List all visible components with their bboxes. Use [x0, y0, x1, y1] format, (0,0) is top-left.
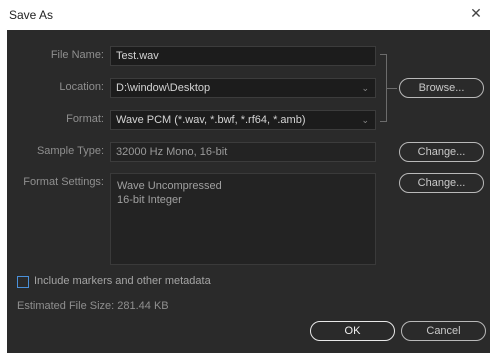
format-settings-box: Wave Uncompressed 16-bit Integer: [110, 173, 376, 265]
file-name-input[interactable]: Test.wav: [110, 46, 376, 66]
format-settings-line: 16-bit Integer: [117, 194, 182, 206]
format-settings-line: Wave Uncompressed: [117, 180, 222, 192]
include-markers-checkbox[interactable]: [17, 276, 29, 288]
ok-button[interactable]: OK: [310, 321, 395, 341]
format-dropdown[interactable]: Wave PCM (*.wav, *.bwf, *.rf64, *.amb) ⌄: [110, 110, 376, 130]
dialog-body: File Name: Test.wav Location: D:\window\…: [7, 30, 490, 353]
close-icon[interactable]: ✕: [468, 5, 484, 21]
dialog-title: Save As: [9, 8, 54, 22]
bracket-connector: [387, 88, 397, 89]
field-group-bracket: [380, 54, 387, 122]
sample-type-value: 32000 Hz Mono, 16-bit: [110, 142, 376, 162]
include-markers-label[interactable]: Include markers and other metadata: [34, 275, 211, 287]
location-label: Location:: [59, 81, 104, 93]
sample-type-label: Sample Type:: [36, 145, 104, 157]
save-as-dialog: Save As ✕ File Name: Test.wav Location: …: [0, 0, 490, 353]
change-sample-type-button[interactable]: Change...: [399, 142, 484, 162]
estimated-file-size: Estimated File Size: 281.44 KB: [17, 300, 169, 312]
change-format-settings-button[interactable]: Change...: [399, 173, 484, 193]
format-value: Wave PCM (*.wav, *.bwf, *.rf64, *.amb): [116, 114, 306, 126]
format-settings-label: Format Settings:: [23, 176, 104, 188]
cancel-button[interactable]: Cancel: [401, 321, 486, 341]
location-value: D:\window\Desktop: [116, 82, 211, 94]
chevron-down-icon: ⌄: [361, 83, 369, 93]
browse-button[interactable]: Browse...: [399, 78, 484, 98]
chevron-down-icon: ⌄: [361, 115, 369, 125]
file-name-label: File Name:: [50, 49, 104, 61]
location-dropdown[interactable]: D:\window\Desktop ⌄: [110, 78, 376, 98]
title-bar: Save As ✕: [0, 0, 490, 30]
format-label: Format:: [66, 113, 104, 125]
